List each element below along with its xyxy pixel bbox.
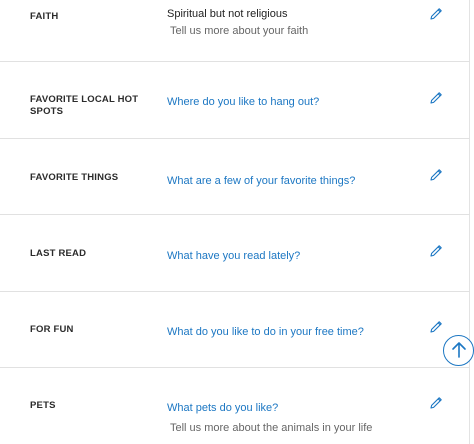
scroll-to-top-button[interactable]	[443, 335, 474, 366]
pencil-icon	[430, 245, 442, 257]
row-label: FOR FUN	[30, 324, 74, 335]
row-label: FAITH	[30, 11, 59, 22]
edit-for-fun-button[interactable]	[428, 319, 444, 335]
row-faith: FAITH Spiritual but not religious Tell u…	[0, 0, 470, 62]
row-prompt-link[interactable]: What pets do you like?	[167, 401, 278, 415]
edit-last-read-button[interactable]	[428, 243, 444, 259]
pencil-icon	[430, 321, 442, 333]
pencil-icon	[430, 397, 442, 409]
pencil-icon	[430, 8, 442, 20]
row-subtext[interactable]: Tell us more about the animals in your l…	[170, 421, 372, 435]
row-favorite-local-hot-spots: FAVORITE LOCAL HOT SPOTS Where do you li…	[0, 62, 470, 139]
row-prompt-link[interactable]: What have you read lately?	[167, 249, 300, 263]
row-label: LAST READ	[30, 248, 87, 259]
arrow-up-icon	[451, 342, 466, 358]
row-prompt-link[interactable]: What do you like to do in your free time…	[167, 325, 364, 339]
edit-pets-button[interactable]	[428, 395, 444, 411]
edit-favorite-things-button[interactable]	[428, 167, 444, 183]
profile-details-list: FAITH Spiritual but not religious Tell u…	[0, 0, 470, 444]
row-pets: PETS What pets do you like? Tell us more…	[0, 368, 470, 444]
row-label: PETS	[30, 400, 56, 411]
row-label: FAVORITE THINGS	[30, 172, 119, 183]
row-prompt-link[interactable]: What are a few of your favorite things?	[167, 174, 355, 188]
row-label: FAVORITE LOCAL HOT SPOTS	[30, 94, 139, 117]
row-last-read: LAST READ What have you read lately?	[0, 215, 470, 292]
row-prompt-link[interactable]: Where do you like to hang out?	[167, 95, 319, 109]
edit-favorite-local-hot-spots-button[interactable]	[428, 90, 444, 106]
pencil-icon	[430, 92, 442, 104]
row-value: Spiritual but not religious	[167, 8, 288, 20]
row-subtext[interactable]: Tell us more about your faith	[170, 24, 308, 38]
pencil-icon	[430, 169, 442, 181]
row-for-fun: FOR FUN What do you like to do in your f…	[0, 292, 470, 368]
edit-faith-button[interactable]	[428, 6, 444, 22]
row-favorite-things: FAVORITE THINGS What are a few of your f…	[0, 139, 470, 215]
